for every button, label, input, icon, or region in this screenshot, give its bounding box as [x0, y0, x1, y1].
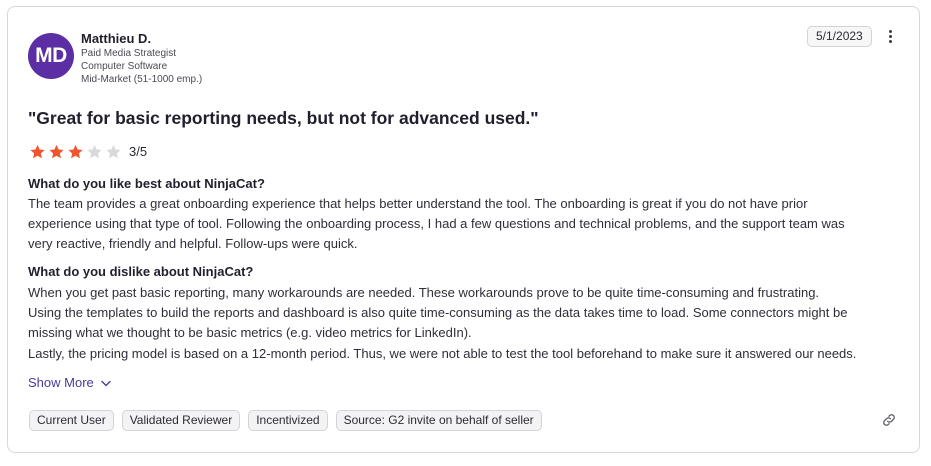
show-more-label: Show More: [28, 375, 94, 390]
dislike-answer-line: When you get past basic reporting, many …: [28, 285, 820, 300]
reviewer-title: Paid Media Strategist: [81, 48, 177, 59]
star-filled-icon: [68, 144, 83, 159]
rating-score: 3/5: [129, 144, 148, 159]
tag-validated-reviewer: Validated Reviewer: [121, 410, 241, 431]
review-date-badge: 5/1/2023: [807, 26, 872, 47]
reviewer-segment: Mid-Market (51-1000 emp.): [81, 74, 203, 85]
reviewer-info: Matthieu D. Paid Media Strategist Comput…: [81, 30, 202, 86]
like-answer: The team provides a great onboarding exp…: [28, 194, 908, 255]
reviewer-name: Matthieu D.: [81, 31, 152, 46]
stars-container: [28, 143, 123, 161]
like-answer-line: experience using that type of tool. Foll…: [28, 216, 845, 232]
star-empty-icon: [106, 144, 121, 159]
chevron-down-icon: [101, 380, 111, 386]
link-icon[interactable]: [881, 412, 897, 428]
avatar: MD: [28, 33, 74, 79]
tag-incentivized: Incentivized: [248, 410, 328, 431]
dislike-answer: When you get past basic reporting, many …: [28, 283, 908, 364]
like-answer-line: very reactive, friendly and helpful. Fol…: [28, 236, 358, 252]
dislike-answer-line: Using the templates to build the reports…: [28, 305, 848, 321]
star-rating: 3/5: [28, 143, 147, 161]
review-tags: Current User Validated Reviewer Incentiv…: [29, 410, 542, 431]
show-more-button[interactable]: Show More: [28, 374, 111, 392]
review-card: MD Matthieu D. Paid Media Strategist Com…: [7, 6, 920, 453]
review-headline: "Great for basic reporting needs, but no…: [28, 108, 539, 128]
star-filled-icon: [30, 144, 45, 159]
star-filled-icon: [49, 144, 64, 159]
like-question-heading: What do you like best about NinjaCat?: [28, 176, 265, 191]
dislike-answer-line: Lastly, the pricing model is based on a …: [28, 345, 857, 361]
more-vertical-icon[interactable]: [882, 26, 898, 46]
tag-source: Source: G2 invite on behalf of seller: [335, 410, 542, 431]
star-empty-icon: [87, 144, 102, 159]
like-answer-line: The team provides a great onboarding exp…: [28, 196, 808, 211]
dislike-question-heading: What do you dislike about NinjaCat?: [28, 264, 254, 279]
tag-current-user: Current User: [29, 410, 114, 431]
dislike-answer-line: missing what we thought to be basic metr…: [28, 325, 472, 341]
reviewer-industry: Computer Software: [81, 61, 168, 72]
